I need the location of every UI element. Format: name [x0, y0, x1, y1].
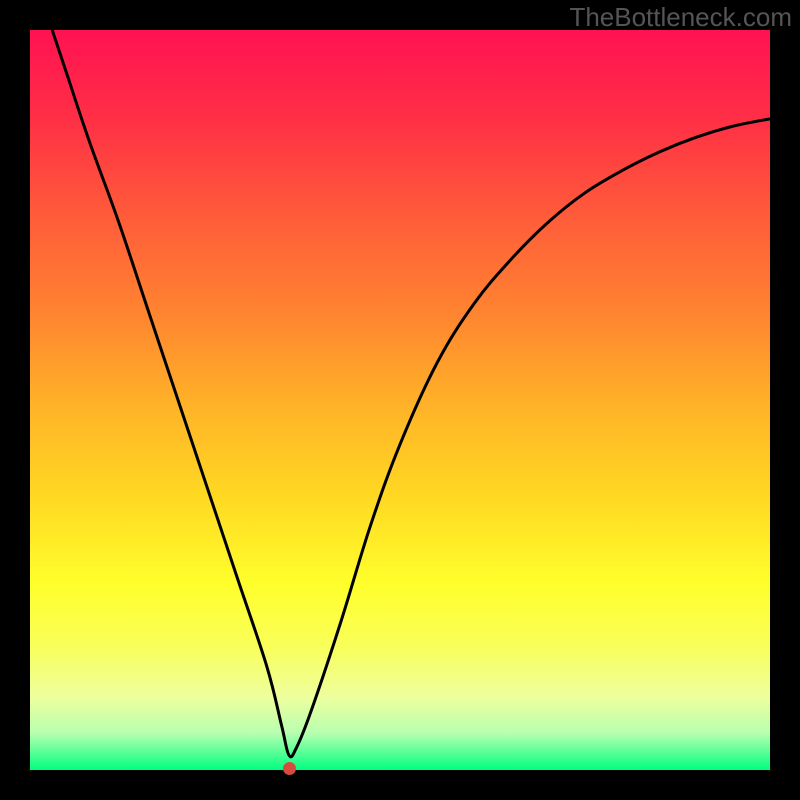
attribution-text: TheBottleneck.com: [569, 2, 792, 33]
optimal-point-marker: [283, 762, 296, 775]
plot-background: [30, 30, 770, 770]
chart-frame: TheBottleneck.com: [0, 0, 800, 800]
chart-plot: [30, 30, 770, 770]
